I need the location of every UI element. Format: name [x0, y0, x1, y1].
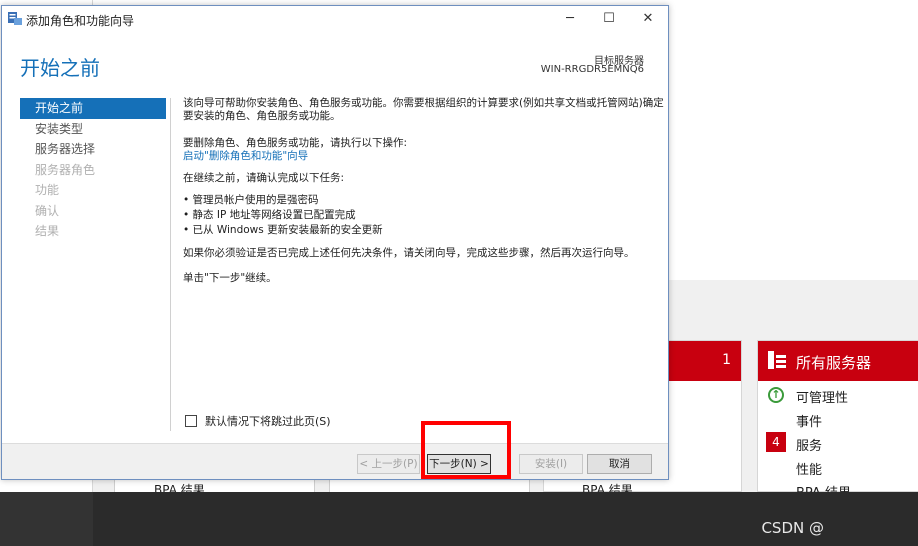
previous-button[interactable]: < 上一步(P): [357, 454, 420, 474]
content-separator: [170, 98, 171, 431]
all-servers-title: 所有服务器: [796, 354, 872, 372]
nav-item-server-roles: 服务器角色: [35, 162, 96, 177]
servers-icon: [768, 351, 786, 369]
intro-text-2: 要安装的角色、角色服务或功能。: [183, 110, 341, 122]
nav-item-installation-type[interactable]: 安装类型: [20, 119, 166, 140]
all-servers-tile[interactable]: 所有服务器 ↑ 可管理性 事件 4 服务 性能 BPA 结果: [757, 340, 918, 501]
task-item-2-text: 静态 IP 地址等网络设置已配置完成: [192, 209, 356, 221]
bottom-bar-left: [0, 492, 93, 546]
bottom-bar: CSDN @: [0, 492, 918, 546]
verify-text: 如果你必须验证是否已完成上述任何先决条件，请关闭向导，完成这些步骤，然后再次运行…: [183, 247, 635, 259]
add-roles-wizard-window: 添加角色和功能向导 ─ ☐ ✕ 开始之前 目标服务器 WIN-RRGDR5EMN…: [1, 5, 669, 480]
install-button[interactable]: 安装(I): [519, 454, 583, 474]
skip-page-label: 默认情况下将跳过此页(S): [205, 415, 331, 428]
server-manager-icon: [8, 12, 22, 25]
bpa-box-mid: [329, 479, 530, 492]
events-link[interactable]: 事件: [796, 411, 822, 430]
intro-text-1: 该向导可帮助你安装角色、角色服务或功能。你需要根据组织的计算要求(例如共享文档或…: [183, 97, 664, 109]
wizard-nav: 开始之前 安装类型 服务器选择 服务器角色 功能 确认 结果: [20, 98, 166, 242]
next-button-highlight-box: [421, 421, 511, 479]
target-server-name: WIN-RRGDR5EMNQ6: [540, 64, 644, 75]
services-badge: 4: [766, 432, 786, 452]
before-continue-text: 在继续之前，请确认完成以下任务:: [183, 172, 345, 184]
nav-item-before-you-begin[interactable]: 开始之前: [20, 98, 166, 119]
skip-page-option[interactable]: 默认情况下将跳过此页(S): [185, 413, 331, 429]
wizard-footer: < 上一步(P) 下一步(N) > 安装(I) 取消: [2, 443, 668, 479]
minimize-button[interactable]: ─: [550, 6, 590, 32]
click-next-text: 单击"下一步"继续。: [183, 272, 277, 284]
manageability-link[interactable]: 可管理性: [796, 387, 848, 406]
page-title: 开始之前: [20, 56, 100, 80]
bpa-box-left: [114, 479, 315, 492]
task-item-3: • 已从 Windows 更新安装最新的安全更新: [183, 224, 383, 236]
close-button[interactable]: ✕: [628, 6, 668, 32]
remove-roles-link[interactable]: 启动"删除角色和功能"向导: [183, 150, 308, 163]
all-servers-header: 所有服务器: [758, 341, 918, 381]
watermark: CSDN @: [761, 519, 824, 537]
tile-count: 1: [722, 352, 731, 368]
nav-item-results: 结果: [35, 224, 60, 238]
skip-page-checkbox[interactable]: [185, 415, 197, 427]
task-item-3-text: 已从 Windows 更新安装最新的安全更新: [192, 224, 383, 236]
performance-link[interactable]: 性能: [796, 459, 822, 478]
nav-item-server-selection[interactable]: 服务器选择: [20, 139, 166, 160]
manageability-ok-icon: ↑: [768, 387, 784, 403]
wizard-titlebar[interactable]: 添加角色和功能向导 ─ ☐ ✕: [2, 6, 668, 32]
task-item-1: • 管理员帐户使用的是强密码: [183, 194, 319, 206]
maximize-button[interactable]: ☐: [589, 6, 629, 32]
remove-instructions: 要删除角色、角色服务或功能，请执行以下操作:: [183, 137, 408, 149]
window-title: 添加角色和功能向导: [26, 14, 135, 28]
nav-item-confirmation: 确认: [35, 203, 60, 218]
task-item-2: • 静态 IP 地址等网络设置已配置完成: [183, 209, 356, 221]
cancel-button[interactable]: 取消: [587, 454, 652, 474]
task-item-1-text: 管理员帐户使用的是强密码: [192, 194, 319, 206]
services-link[interactable]: 服务: [796, 435, 822, 454]
nav-item-features: 功能: [35, 183, 60, 197]
